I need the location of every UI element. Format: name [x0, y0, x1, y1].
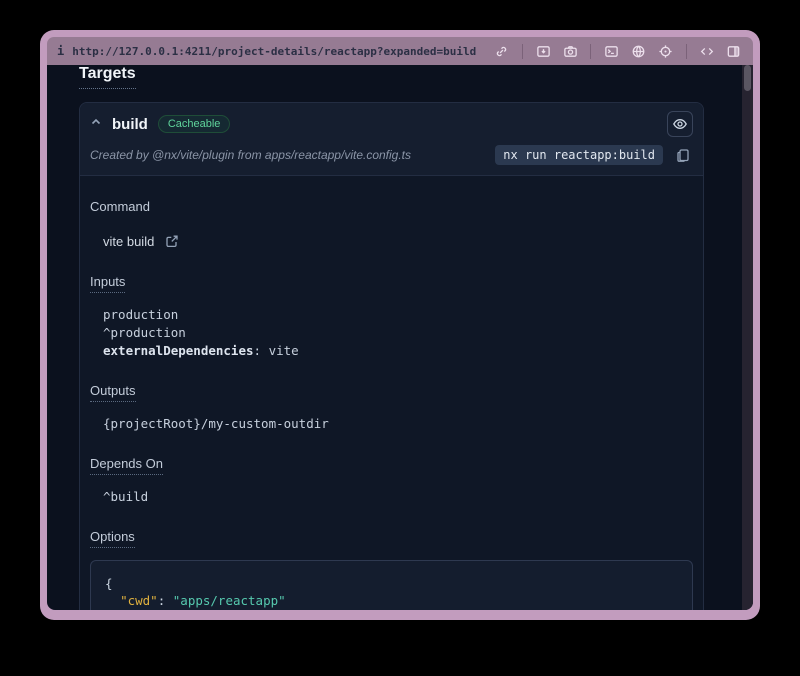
json-colon: : — [158, 593, 173, 608]
json-open-brace: { — [105, 575, 678, 592]
outputs-section: Outputs — [90, 382, 693, 402]
depends-on-section: Depends On — [90, 455, 693, 475]
build-header-row[interactable]: build Cacheable — [80, 103, 703, 141]
target-name: build — [112, 116, 148, 133]
options-label[interactable]: Options — [90, 529, 135, 548]
scrollbar-track[interactable] — [742, 65, 753, 610]
inputs-label[interactable]: Inputs — [90, 274, 125, 293]
scrollbar-thumb[interactable] — [744, 65, 751, 91]
browser-viewport: Targets build Cacheable Created by @nx/v… — [47, 65, 753, 610]
json-key: "cwd" — [120, 593, 158, 608]
focus-target-icon[interactable] — [656, 41, 675, 61]
external-deps-key: externalDependencies — [103, 343, 254, 358]
target-card-build: build Cacheable Created by @nx/vite/plug… — [79, 102, 704, 610]
command-label: Command — [90, 199, 150, 214]
camera-icon[interactable] — [561, 41, 580, 61]
toolbar-divider — [686, 44, 687, 59]
json-cwd-line: "cwd": "apps/reactapp" — [105, 592, 678, 609]
save-page-icon[interactable] — [534, 41, 553, 61]
split-panel-icon[interactable] — [724, 41, 743, 61]
input-item: ^production — [103, 324, 693, 342]
globe-icon[interactable] — [629, 41, 648, 61]
targets-heading[interactable]: Targets — [79, 65, 136, 89]
command-value: vite build — [103, 234, 154, 249]
toolbar-divider — [590, 44, 591, 59]
inputs-section: Inputs — [90, 273, 693, 293]
input-item: production — [103, 306, 693, 324]
copy-icon[interactable] — [673, 145, 693, 165]
project-details-page: Targets build Cacheable Created by @nx/v… — [47, 65, 742, 610]
cacheable-badge: Cacheable — [158, 115, 231, 133]
view-graph-eye-button[interactable] — [667, 111, 693, 137]
external-deps-value: : vite — [254, 343, 299, 358]
browser-window: i http://127.0.0.1:4211/project-details/… — [40, 30, 760, 620]
options-json-box: { "cwd": "apps/reactapp" } — [90, 560, 693, 610]
command-row: vite build — [103, 231, 693, 251]
depends-on-item: ^build — [103, 488, 693, 506]
input-item-external-deps: externalDependencies: vite — [103, 342, 693, 360]
code-icon[interactable] — [698, 41, 717, 61]
external-link-icon[interactable] — [162, 231, 182, 251]
build-subheader-row: Created by @nx/vite/plugin from apps/rea… — [80, 141, 703, 176]
run-command-chip: nx run reactapp:build — [495, 145, 663, 165]
toolbar-divider — [522, 44, 523, 59]
output-item: {projectRoot}/my-custom-outdir — [103, 415, 693, 433]
build-card-body: Command vite build Inputs production ^pr… — [80, 198, 703, 610]
depends-on-label[interactable]: Depends On — [90, 456, 163, 475]
command-section: Command — [90, 198, 693, 216]
address-bar[interactable]: http://127.0.0.1:4211/project-details/re… — [72, 45, 476, 58]
browser-toolbar: i http://127.0.0.1:4211/project-details/… — [47, 37, 753, 65]
json-close-brace: } — [105, 609, 678, 610]
chevron-up-icon[interactable] — [90, 115, 102, 133]
link-icon[interactable] — [492, 41, 511, 61]
json-string-value: "apps/reactapp" — [173, 593, 286, 608]
created-by-text: Created by @nx/vite/plugin from apps/rea… — [90, 148, 411, 162]
terminal-icon[interactable] — [602, 41, 621, 61]
outputs-label[interactable]: Outputs — [90, 383, 136, 402]
page-info-icon[interactable]: i — [57, 44, 64, 58]
options-section: Options — [90, 528, 693, 548]
